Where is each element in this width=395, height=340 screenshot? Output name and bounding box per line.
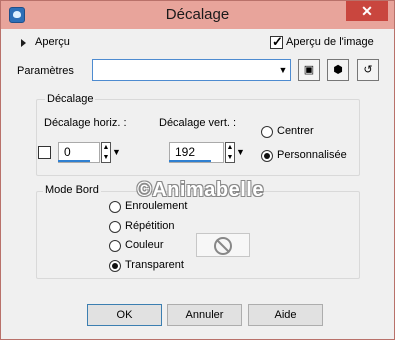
vert-dropdown-arrow[interactable]: ▼: [236, 147, 245, 157]
decalage-group: [36, 99, 360, 176]
horiz-spinner[interactable]: ▲ ▼: [101, 142, 111, 163]
vert-label: Décalage vert. :: [159, 117, 237, 129]
parametres-label: Paramètres: [17, 65, 74, 77]
enroulement-label[interactable]: Enroulement: [125, 200, 187, 212]
enroulement-radio[interactable]: [109, 201, 121, 213]
horiz-field-focus-line: [58, 160, 90, 162]
personnalisee-label[interactable]: Personnalisée: [277, 149, 347, 161]
mode-bord-group-label: Mode Bord: [43, 184, 101, 196]
decalage-dialog: Décalage ✕ Aperçu Aperçu de l'image Para…: [0, 0, 395, 340]
preset-combo[interactable]: ▼: [92, 59, 291, 81]
transparent-radio[interactable]: [109, 260, 121, 272]
color-swatch[interactable]: [196, 233, 250, 257]
centrer-label[interactable]: Centrer: [277, 125, 314, 137]
aide-button[interactable]: Aide: [248, 304, 323, 326]
link-offsets-checkbox[interactable]: [38, 146, 51, 159]
couleur-label[interactable]: Couleur: [125, 239, 164, 251]
apercu-image-checkbox[interactable]: [270, 34, 283, 50]
vert-spinner[interactable]: ▲ ▼: [225, 142, 235, 163]
reset-icon[interactable]: ↺: [357, 59, 379, 81]
apercu-label[interactable]: Aperçu: [35, 36, 70, 48]
repetition-label[interactable]: Répétition: [125, 220, 175, 232]
personnalisee-radio[interactable]: [261, 150, 273, 162]
close-button[interactable]: ✕: [346, 1, 388, 21]
chevron-down-icon[interactable]: ▼: [276, 60, 290, 80]
couleur-radio[interactable]: [109, 240, 121, 252]
expand-preview-icon[interactable]: [21, 39, 26, 47]
transparent-label[interactable]: Transparent: [125, 259, 184, 271]
title-bar[interactable]: Décalage ✕: [1, 1, 394, 29]
vert-field-focus-line: [169, 160, 211, 162]
dice-random-icon[interactable]: ⬢: [327, 59, 349, 81]
apercu-image-label[interactable]: Aperçu de l'image: [286, 36, 374, 48]
annuler-button[interactable]: Annuler: [167, 304, 242, 326]
repetition-radio[interactable]: [109, 221, 121, 233]
centrer-radio[interactable]: [261, 126, 273, 138]
horiz-dropdown-arrow[interactable]: ▼: [112, 147, 121, 157]
watermark-text: ©Animabelle: [137, 179, 264, 201]
window-title: Décalage: [165, 6, 230, 23]
save-preset-icon[interactable]: ▣: [298, 59, 320, 81]
decalage-group-label: Décalage: [45, 93, 96, 105]
horiz-label: Décalage horiz. :: [44, 117, 127, 129]
no-color-icon: [214, 237, 232, 255]
ok-button[interactable]: OK: [87, 304, 162, 326]
